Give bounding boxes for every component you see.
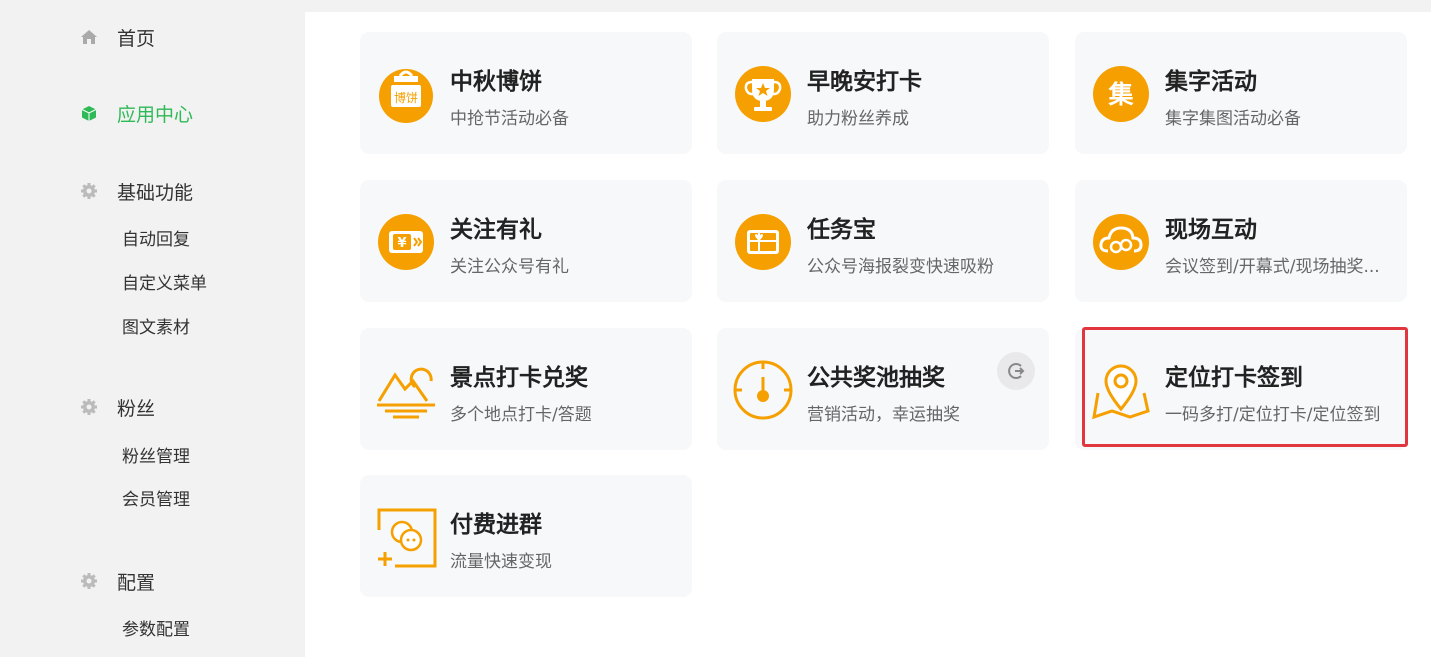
gear-icon bbox=[80, 572, 98, 590]
gift-card-icon: ¥ bbox=[375, 211, 437, 273]
nav-app-center-label: 应用中心 bbox=[117, 103, 194, 126]
app-card-desc: 多个地点打卡/答题 bbox=[450, 405, 592, 425]
nav-fans[interactable]: 粉丝 bbox=[80, 392, 155, 422]
nav-fans-label: 粉丝 bbox=[117, 397, 156, 420]
app-card-follow-gift[interactable]: ¥ 关注有礼 关注公众号有礼 bbox=[360, 180, 692, 302]
app-card-live-interact[interactable]: 现场互动 会议签到/开幕式/现场抽奖... bbox=[1075, 180, 1407, 302]
gear-icon bbox=[80, 398, 98, 416]
app-card-desc: 流量快速变现 bbox=[450, 552, 552, 572]
nav-sub-params[interactable]: 参数配置 bbox=[122, 618, 190, 642]
home-icon bbox=[80, 28, 98, 46]
app-card-desc: 关注公众号有礼 bbox=[450, 257, 569, 277]
app-card-task[interactable]: 任务宝 公众号海报裂变快速吸粉 bbox=[717, 180, 1049, 302]
app-card-title: 定位打卡签到 bbox=[1165, 365, 1303, 391]
app-card-title: 中秋博饼 bbox=[450, 69, 542, 95]
nav-sub-custom-menu[interactable]: 自定义菜单 bbox=[122, 272, 207, 296]
app-card-desc: 会议签到/开幕式/现场抽奖... bbox=[1165, 257, 1380, 277]
app-card-title: 任务宝 bbox=[807, 217, 876, 243]
mountain-sun-icon bbox=[375, 359, 437, 421]
app-card-title: 景点打卡兑奖 bbox=[450, 365, 588, 391]
nav-sub-fans-manage[interactable]: 粉丝管理 bbox=[122, 445, 190, 469]
sidebar: 首页 应用中心 基础功能 自动回复 自定义菜单 图文素材 粉丝 粉丝管理 会员管… bbox=[0, 0, 305, 657]
app-card-title: 付费进群 bbox=[450, 512, 542, 538]
app-card-desc: 助力粉丝养成 bbox=[807, 109, 909, 129]
nav-config[interactable]: 配置 bbox=[80, 566, 155, 596]
nav-basic[interactable]: 基础功能 bbox=[80, 176, 193, 206]
nav-home-label: 首页 bbox=[117, 27, 156, 50]
cloud-link-icon bbox=[1090, 211, 1152, 273]
app-card-title: 集字活动 bbox=[1165, 69, 1257, 95]
app-card-desc: 营销活动，幸运抽奖 bbox=[807, 405, 960, 425]
app-card-title: 早晚安打卡 bbox=[807, 69, 922, 95]
app-card-mooncake[interactable]: 博饼 中秋博饼 中抢节活动必备 bbox=[360, 32, 692, 154]
nav-home[interactable]: 首页 bbox=[80, 22, 155, 52]
location-map-icon bbox=[1090, 359, 1152, 421]
app-card-desc: 集字集图活动必备 bbox=[1165, 109, 1301, 129]
app-card-checkin[interactable]: 早晚安打卡 助力粉丝养成 bbox=[717, 32, 1049, 154]
app-card-public-lottery[interactable]: 公共奖池抽奖 营销活动，幸运抽奖 bbox=[717, 328, 1049, 450]
lottery-dial-icon bbox=[732, 359, 794, 421]
app-card-title: 现场互动 bbox=[1165, 217, 1257, 243]
gear-icon bbox=[80, 182, 98, 200]
nav-basic-label: 基础功能 bbox=[117, 181, 194, 204]
gift-box-icon bbox=[732, 211, 794, 273]
app-card-scenic-checkin[interactable]: 景点打卡兑奖 多个地点打卡/答题 bbox=[360, 328, 692, 450]
nav-sub-auto-reply[interactable]: 自动回复 bbox=[122, 228, 190, 252]
svg-text:博饼: 博饼 bbox=[394, 90, 418, 105]
nav-config-label: 配置 bbox=[117, 571, 156, 594]
app-card-location-checkin[interactable]: 定位打卡签到 一码多打/定位打卡/定位签到 bbox=[1075, 328, 1407, 450]
nav-sub-media[interactable]: 图文素材 bbox=[122, 316, 190, 340]
nav-app-center[interactable]: 应用中心 bbox=[80, 98, 193, 128]
app-card-title: 关注有礼 bbox=[450, 217, 542, 243]
app-card-title: 公共奖池抽奖 bbox=[807, 365, 945, 391]
collect-character-icon: 集 bbox=[1090, 63, 1152, 125]
trophy-icon bbox=[732, 63, 794, 125]
nav-sub-member-manage[interactable]: 会员管理 bbox=[122, 488, 190, 512]
cube-icon bbox=[80, 104, 98, 122]
paid-group-chat-icon bbox=[375, 506, 437, 568]
app-card-collect[interactable]: 集 集字活动 集字集图活动必备 bbox=[1075, 32, 1407, 154]
mooncake-dice-icon: 博饼 bbox=[375, 63, 437, 125]
app-card-paid-group[interactable]: 付费进群 流量快速变现 bbox=[360, 475, 692, 597]
app-card-desc: 一码多打/定位打卡/定位签到 bbox=[1165, 405, 1381, 425]
exit-icon[interactable] bbox=[997, 352, 1035, 390]
svg-text:¥: ¥ bbox=[397, 236, 406, 251]
app-card-desc: 中抢节活动必备 bbox=[450, 109, 569, 129]
svg-text:集: 集 bbox=[1107, 80, 1134, 109]
app-card-desc: 公众号海报裂变快速吸粉 bbox=[807, 257, 994, 277]
